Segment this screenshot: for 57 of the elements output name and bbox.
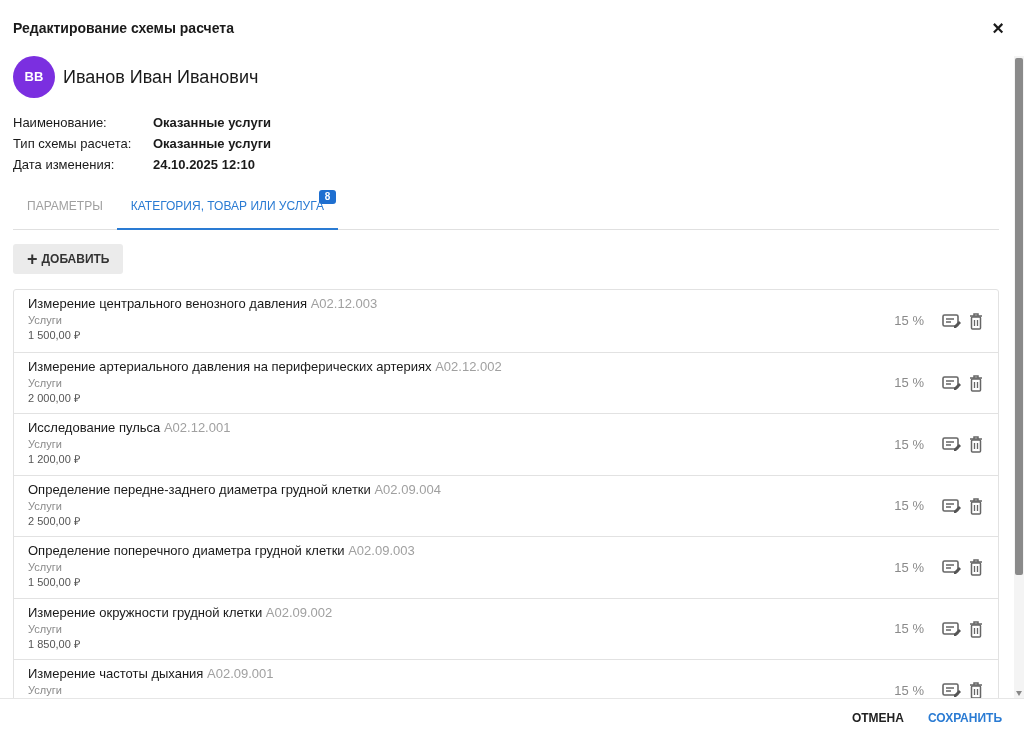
plus-icon: + [27,250,38,268]
scrollbar[interactable] [1014,56,1024,698]
detail-value: Оказанные услуги [153,113,272,132]
edit-icon[interactable] [942,681,962,698]
detail-label: Наименование: [13,113,108,132]
item-percent: 15 % [894,681,924,698]
edit-icon[interactable] [942,435,962,454]
add-button[interactable]: + ДОБАВИТЬ [13,244,124,274]
edit-icon[interactable] [942,558,962,577]
close-button[interactable]: × [992,18,1004,38]
edit-icon[interactable] [942,619,962,638]
item-category: Услуги [28,375,62,391]
delete-icon[interactable] [968,373,984,392]
edit-icon[interactable] [942,496,962,515]
save-button[interactable]: СОХРАНИТЬ [917,701,1012,735]
item-price: 2 500,00 ₽ [28,513,80,529]
item-percent: 15 % [894,620,924,638]
item-category: Услуги [28,437,62,452]
delete-icon[interactable] [968,558,984,577]
delete-icon[interactable] [968,496,984,515]
item-percent: 15 % [894,497,924,515]
item-category: Услуги [28,621,62,637]
edit-icon[interactable] [942,373,962,392]
delete-icon[interactable] [968,619,984,638]
detail-label: Дата изменения: [13,155,116,174]
item-name: Измерение окружности грудной клетки A02.09.002 [28,603,334,621]
item-name: Измерение частоты дыхания A02.09.001 [28,665,275,682]
item-category: Услуги [28,498,62,514]
item-price: 1 850,00 ₽ [28,636,80,652]
item-percent: 15 % [894,558,924,577]
item-price: 2 000,00 ₽ [28,390,80,406]
person-name: Иванов Иван Иванович [63,65,259,89]
item-percent: 15 % [894,312,924,330]
edit-icon[interactable] [942,311,962,330]
delete-icon[interactable] [968,311,984,330]
item-category: Услуги [28,683,62,698]
dialog-title: Редактирование схемы расчета [13,18,234,38]
item-price: 1 500,00 ₽ [28,328,80,343]
item-category: Услуги [28,313,62,328]
item-category: Услуги [28,560,62,575]
item-name: Исследование пульса A02.12.001 [28,419,232,436]
tab[interactable]: КАТЕГОРИЯ, ТОВАР ИЛИ УСЛУГА 8 [116,184,338,230]
item-percent: 15 % [894,374,924,392]
detail-value: 24.10.2025 12:10 [153,155,255,174]
item-name: Измерение центрального венозного давления A02.12.003 [28,295,379,312]
item-price: 1 500,00 ₽ [28,575,80,590]
item-price: 1 200,00 ₽ [28,452,80,467]
cancel-button[interactable]: ОТМЕНА [841,701,914,735]
item-percent: 15 % [894,435,924,454]
item-name: Измерение артериального давления на периферических артериях A02.12.002 [28,357,503,375]
avatar: ВВ [13,56,55,98]
detail-label: Тип схемы расчета: [13,134,133,153]
item-name: Определение передне-заднего диаметра грудной клетки A02.09.004 [28,480,442,498]
delete-icon[interactable] [968,681,984,698]
detail-value: Оказанные услуги [153,134,272,153]
item-name: Определение поперечного диаметра грудной клетки A02.09.003 [28,542,416,559]
delete-icon[interactable] [968,435,984,454]
